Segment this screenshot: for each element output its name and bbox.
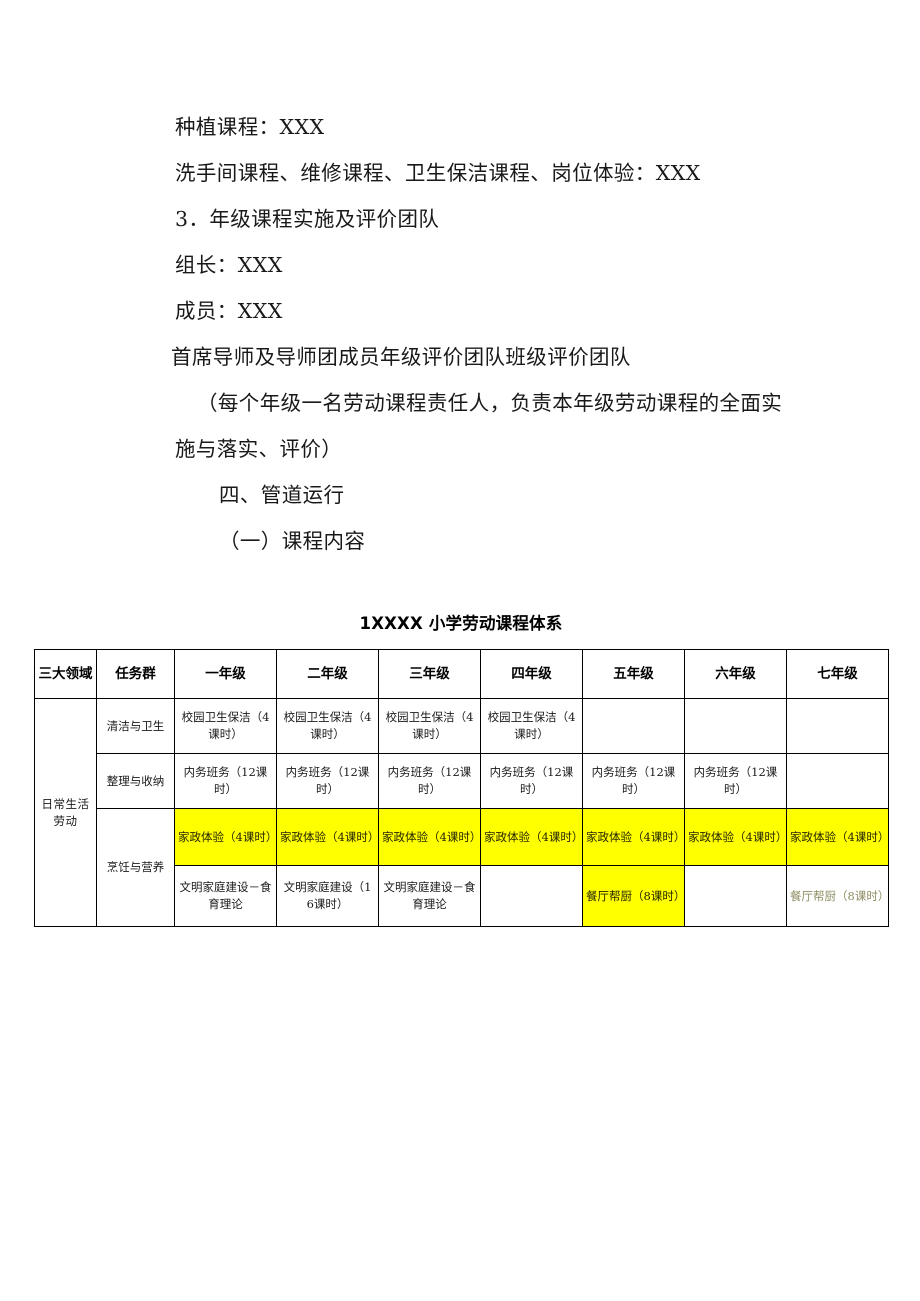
cell-cleaning-g5 — [582, 698, 685, 754]
table-row-housekeeping: 烹饪与营养 家政体验（4课时） 家政体验（4课时） 家政体验（4课时） 家政体验… — [35, 808, 889, 927]
header-grade-6: 六年级 — [684, 649, 787, 699]
paragraph-section-4-heading: 四、管道运行 — [219, 483, 345, 507]
header-grade-3: 三年级 — [378, 649, 481, 699]
table-header-row: 三大领域 任务群 一年级 二年级 三年级 四年级 五年级 六年级 七年级 — [34, 649, 889, 699]
table-title: 1XXXX 小学劳动课程体系 — [359, 614, 563, 633]
document-page: 种植课程：XXX 洗手间课程、维修课程、卫生保洁课程、岗位体验：XXX 3．年级… — [0, 0, 920, 1301]
paragraph-section-3-heading: 3．年级课程实施及评价团队 — [175, 207, 440, 231]
course-system-table: 三大领域 任务群 一年级 二年级 三年级 四年级 五年级 六年级 七年级 日常生… — [34, 649, 889, 927]
cell-organizing-g4: 内务班务（12课时） — [480, 753, 583, 809]
cell-family-g6 — [684, 865, 787, 927]
header-grade-2: 二年级 — [276, 649, 379, 699]
cell-organizing-g7 — [786, 753, 889, 809]
header-grade-7: 七年级 — [786, 649, 889, 699]
cell-family-g4 — [480, 865, 583, 927]
cell-housekeeping-g7: 家政体验（4课时） — [786, 808, 889, 866]
cell-family-g2: 文明家庭建设（16课时） — [276, 865, 379, 927]
table-row-cleaning: 日常生活劳动 清洁与卫生 校园卫生保洁（4课时） 校园卫生保洁（4课时） 校园卫… — [34, 698, 889, 927]
cell-organizing-g2: 内务班务（12课时） — [276, 753, 379, 809]
table-row-organizing: 整理与收纳 内务班务（12课时） 内务班务（12课时） 内务班务（12课时） 内… — [35, 753, 889, 809]
cell-cleaning-g6 — [684, 698, 787, 754]
cell-cleaning-g4: 校园卫生保洁（4课时） — [480, 698, 583, 754]
cell-cleaning-g7 — [786, 698, 889, 754]
header-grade-5: 五年级 — [582, 649, 685, 699]
paragraph-subsection-1-heading: （一）课程内容 — [219, 529, 366, 553]
course-system-table-wrapper: 三大领域 任务群 一年级 二年级 三年级 四年级 五年级 六年级 七年级 日常生… — [34, 649, 889, 927]
cell-organizing-g6: 内务班务（12课时） — [684, 753, 787, 809]
cell-organizing-g5: 内务班务（12课时） — [582, 753, 685, 809]
cell-family-g1: 文明家庭建设－食育理论 — [174, 865, 277, 927]
paragraph-planting-course: 种植课程：XXX — [175, 115, 325, 139]
header-domain: 三大领域 — [34, 649, 97, 699]
header-grade-4: 四年级 — [480, 649, 583, 699]
cell-family-g5: 餐厅帮厨（8课时） — [582, 865, 685, 927]
cell-housekeeping-g6: 家政体验（4课时） — [684, 808, 787, 866]
cell-task-group-cleaning: 清洁与卫生 — [96, 698, 175, 754]
cell-housekeeping-g5: 家政体验（4课时） — [582, 808, 685, 866]
cell-housekeeping-g2: 家政体验（4课时） — [276, 808, 379, 866]
paragraph-team-leader: 组长：XXX — [175, 253, 283, 277]
cell-housekeeping-g3: 家政体验（4课时） — [378, 808, 481, 866]
paragraph-team-members: 成员：XXX — [175, 299, 283, 323]
cell-cleaning-g1: 校园卫生保洁（4课时） — [174, 698, 277, 754]
cell-domain-daily-labor: 日常生活劳动 — [34, 698, 97, 927]
cell-family-g3: 文明家庭建设－食育理论 — [378, 865, 481, 927]
document-body: 种植课程：XXX 洗手间课程、维修课程、卫生保洁课程、岗位体验：XXX 3．年级… — [171, 104, 795, 564]
cell-organizing-g3: 内务班务（12课时） — [378, 753, 481, 809]
cell-cleaning-g3: 校园卫生保洁（4课时） — [378, 698, 481, 754]
cell-task-group-organizing: 整理与收纳 — [96, 753, 175, 809]
cell-family-g7: 餐厅帮厨（8课时） — [786, 865, 889, 927]
cell-housekeeping-g4: 家政体验（4课时） — [480, 808, 583, 866]
cell-cleaning-g2: 校园卫生保洁（4课时） — [276, 698, 379, 754]
header-task-group: 任务群 — [96, 649, 175, 699]
header-grade-1: 一年级 — [174, 649, 277, 699]
cell-task-group-cooking: 烹饪与营养 — [96, 808, 175, 927]
paragraph-mentor-teams: 首席导师及导师团成员年级评价团队班级评价团队 — [171, 345, 631, 369]
cell-organizing-g1: 内务班务（12课时） — [174, 753, 277, 809]
cell-housekeeping-g1: 家政体验（4课时） — [174, 808, 277, 866]
paragraph-facility-courses: 洗手间课程、维修课程、卫生保洁课程、岗位体验：XXX — [175, 161, 701, 185]
paragraph-responsibility-note: （每个年级一名劳动课程责任人，负责本年级劳动课程的全面实施与落实、评价） — [175, 391, 783, 461]
